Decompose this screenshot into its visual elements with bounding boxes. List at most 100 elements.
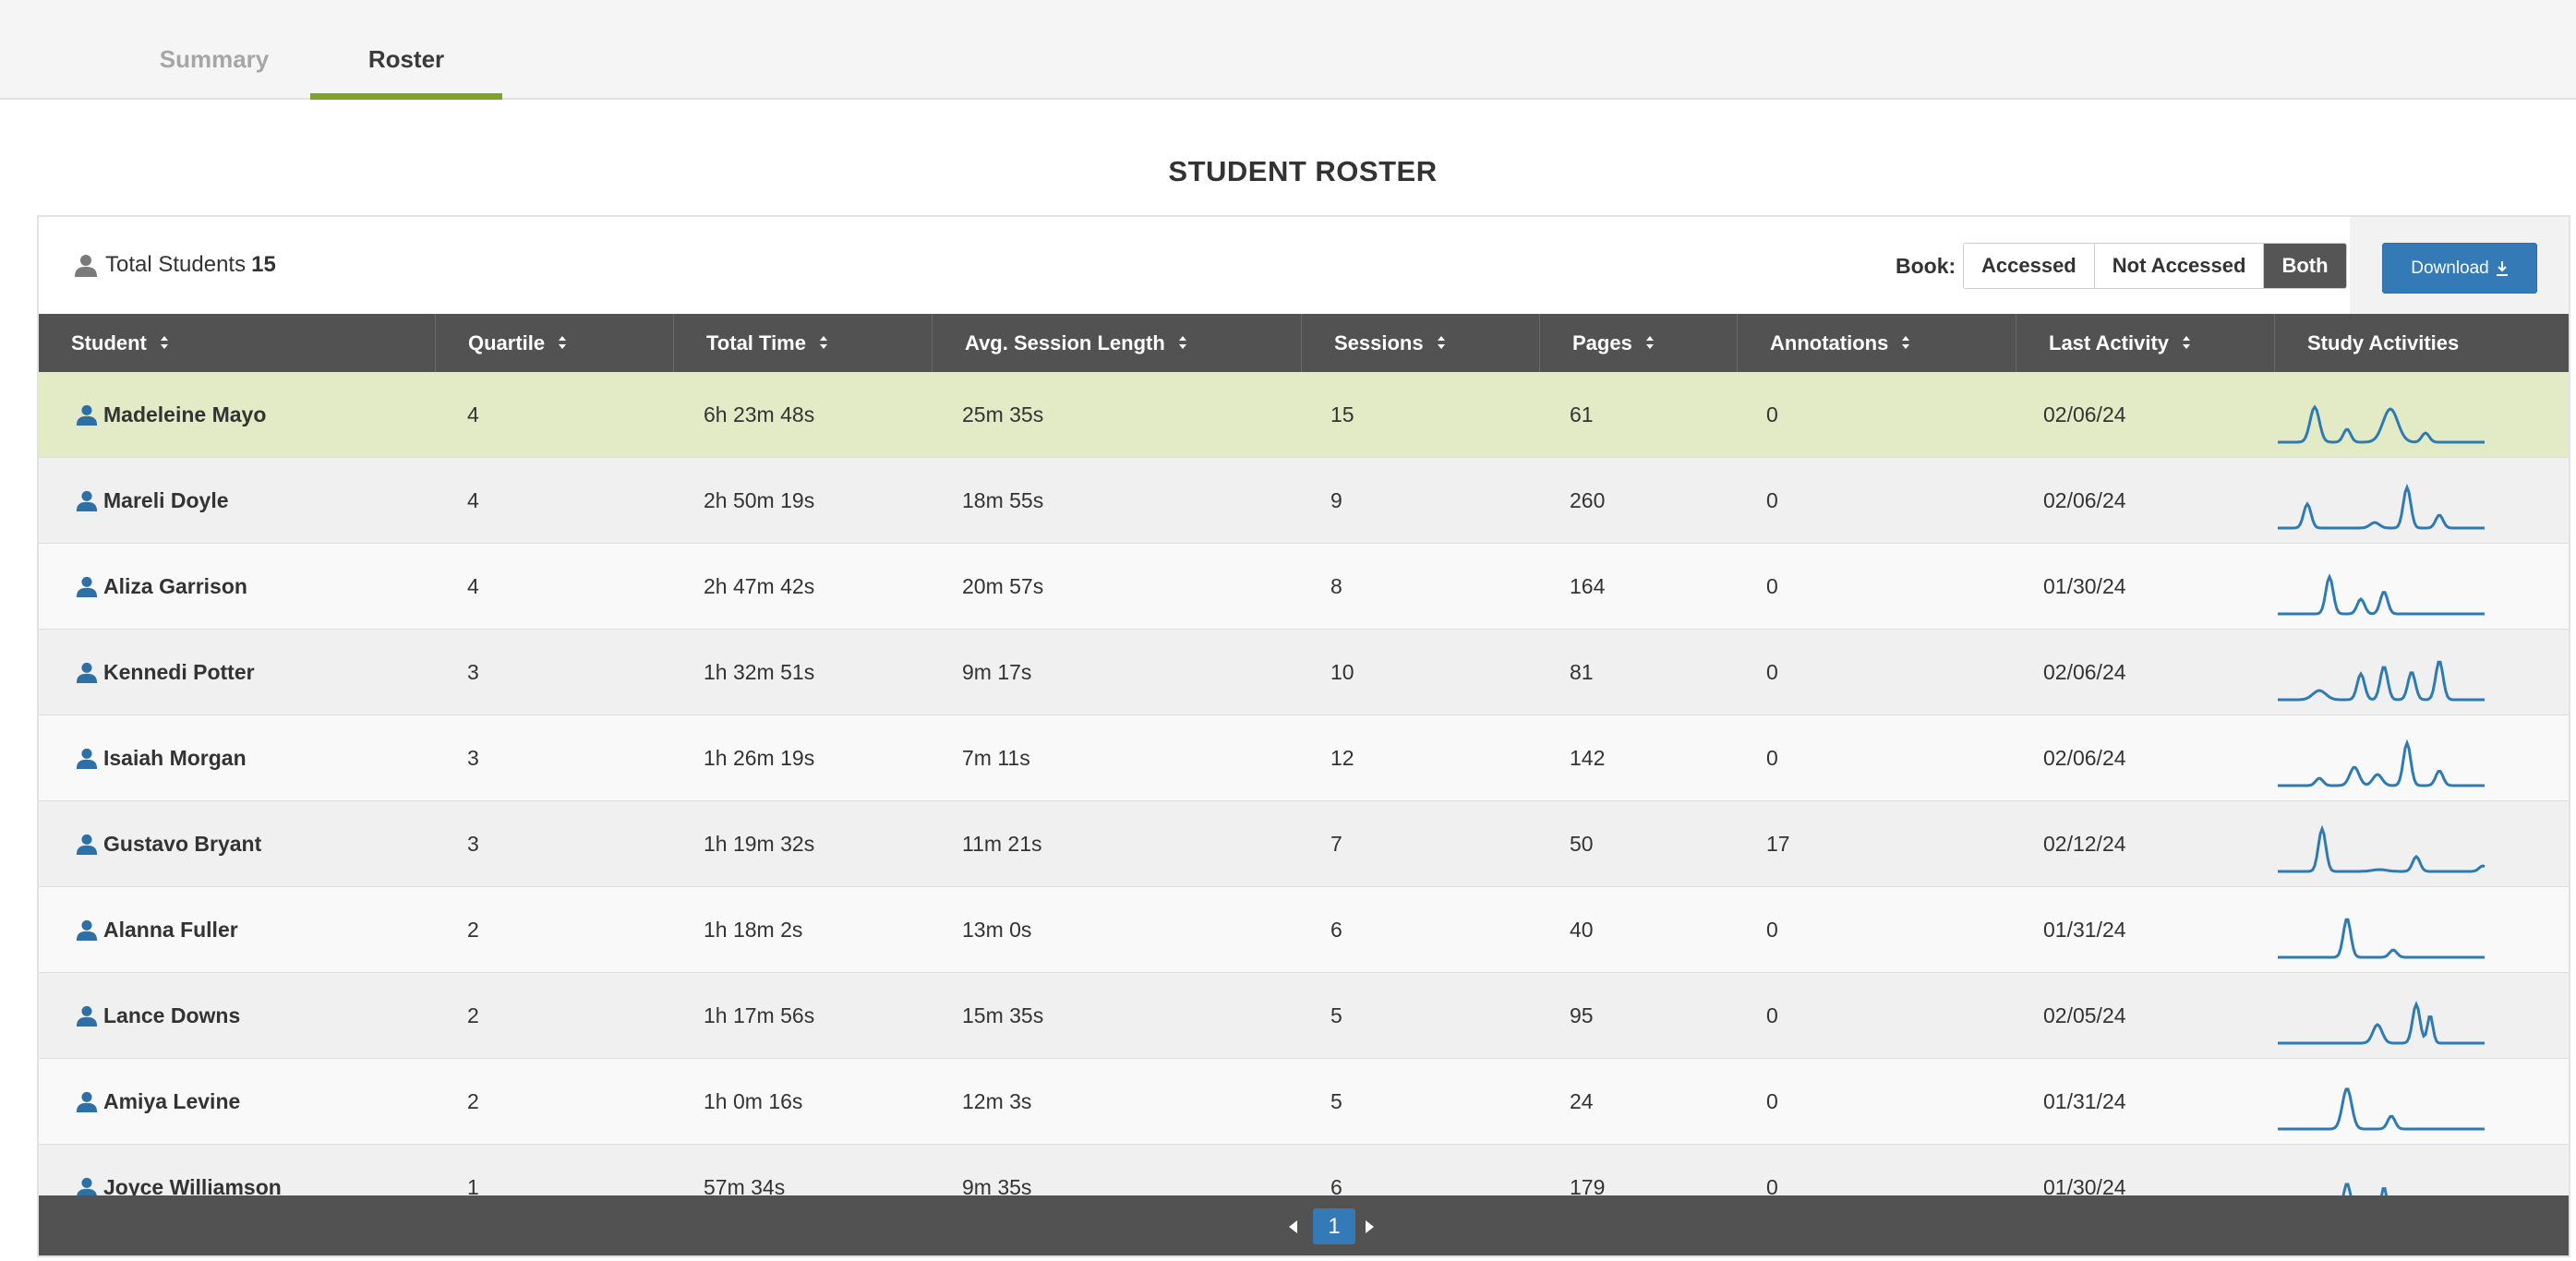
next-page-icon[interactable] xyxy=(1365,1219,1376,1234)
student-name-cell[interactable]: Isaiah Morgan xyxy=(76,715,247,800)
user-icon xyxy=(76,662,98,683)
download-icon xyxy=(2496,260,2508,276)
tab-roster[interactable]: Roster xyxy=(310,0,502,100)
column-header-total-time[interactable]: Total Time xyxy=(674,314,933,372)
student-name-cell[interactable]: Amiya Levine xyxy=(76,1059,240,1144)
avg-session-cell: 25m 35s xyxy=(962,402,1044,426)
last-activity-cell: 01/31/24 xyxy=(2043,918,2126,942)
column-header-quartile[interactable]: Quartile xyxy=(436,314,674,372)
last-activity-cell: 02/06/24 xyxy=(2043,488,2126,512)
pages-cell: 95 xyxy=(1570,1003,1594,1027)
student-name-cell[interactable]: Gustavo Bryant xyxy=(76,801,261,886)
sort-icon xyxy=(1902,336,1910,350)
quartile-cell: 2 xyxy=(467,918,479,942)
total-time-cell: 1h 32m 51s xyxy=(704,660,815,684)
sort-icon xyxy=(2183,336,2191,350)
table-row[interactable]: Aliza Garrison 4 2h 47m 42s 20m 57s 8 164 0 01/… xyxy=(39,544,2569,630)
avg-session-cell: 18m 55s xyxy=(962,488,1044,512)
total-time-cell: 1h 26m 19s xyxy=(704,746,815,770)
column-header-annotations[interactable]: Annotations xyxy=(1738,314,2016,372)
total-time-cell: 1h 19m 32s xyxy=(704,832,815,856)
book-filter-label: Book: xyxy=(1896,254,1956,278)
sessions-cell: 5 xyxy=(1330,1003,1342,1027)
column-label: Last Activity xyxy=(2049,331,2170,354)
column-label: Avg. Session Length xyxy=(965,331,1165,354)
column-label: Quartile xyxy=(468,331,546,354)
download-area: Download xyxy=(2350,217,2569,314)
student-name-cell[interactable]: Alanna Fuller xyxy=(76,887,238,972)
column-label: Study Activities xyxy=(2307,331,2460,354)
annotations-cell: 17 xyxy=(1766,832,1790,856)
annotations-cell: 0 xyxy=(1766,402,1778,426)
student-name: Amiya Levine xyxy=(103,1089,241,1113)
download-label: Download xyxy=(2411,258,2489,278)
total-time-cell: 2h 47m 42s xyxy=(704,574,815,598)
study-activity-sparkline xyxy=(2278,739,2485,787)
quartile-cell: 3 xyxy=(467,660,479,684)
student-name-cell[interactable]: Lance Downs xyxy=(76,973,240,1058)
pages-cell: 61 xyxy=(1570,402,1594,426)
sort-icon xyxy=(160,336,168,350)
table-row[interactable]: Mareli Doyle 4 2h 50m 19s 18m 55s 9 260 0 02/06… xyxy=(39,458,2569,544)
column-header-pages[interactable]: Pages xyxy=(1540,314,1738,372)
table-row[interactable]: Alanna Fuller 2 1h 18m 2s 13m 0s 6 40 0 01/31/2… xyxy=(39,887,2569,973)
page-number-button[interactable]: 1 xyxy=(1313,1208,1355,1244)
table-body: Madeleine Mayo 4 6h 23m 48s 25m 35s 15 61 0 02/… xyxy=(39,372,2569,1231)
table-row[interactable]: Gustavo Bryant 3 1h 19m 32s 11m 21s 7 50 17 02/… xyxy=(39,801,2569,887)
last-activity-cell: 02/06/24 xyxy=(2043,402,2126,426)
sessions-cell: 12 xyxy=(1330,746,1354,770)
quartile-cell: 2 xyxy=(467,1003,479,1027)
user-icon xyxy=(76,1091,98,1112)
annotations-cell: 0 xyxy=(1766,488,1778,512)
table-row[interactable]: Kennedi Potter 3 1h 32m 51s 9m 17s 10 81 0 02/0… xyxy=(39,630,2569,715)
study-activity-sparkline xyxy=(2278,1087,2485,1131)
student-name: Madeleine Mayo xyxy=(103,402,267,426)
table-row[interactable]: Madeleine Mayo 4 6h 23m 48s 25m 35s 15 61 0 02/… xyxy=(39,372,2569,458)
sessions-cell: 10 xyxy=(1330,660,1354,684)
page-title: STUDENT ROSTER xyxy=(1168,155,1438,187)
book-filter-not-accessed[interactable]: Not Accessed xyxy=(2094,244,2265,288)
column-label: Sessions xyxy=(1334,331,1424,354)
column-header-sessions[interactable]: Sessions xyxy=(1302,314,1540,372)
student-name-cell[interactable]: Kennedi Potter xyxy=(76,630,255,715)
avg-session-cell: 11m 21s xyxy=(962,832,1042,856)
user-icon xyxy=(76,1005,98,1027)
column-label: Annotations xyxy=(1770,331,1889,354)
column-header-student[interactable]: Student xyxy=(39,314,436,372)
student-name-cell[interactable]: Madeleine Mayo xyxy=(76,372,266,457)
annotations-cell: 0 xyxy=(1766,746,1778,770)
tab-summary[interactable]: Summary xyxy=(148,0,281,100)
table-row[interactable]: Lance Downs 2 1h 17m 56s 15m 35s 5 95 0 02/05/2… xyxy=(39,973,2569,1059)
sort-icon xyxy=(1437,336,1445,350)
sort-icon xyxy=(1178,336,1186,350)
book-filter-accessed[interactable]: Accessed xyxy=(1964,244,2095,288)
previous-page-icon[interactable] xyxy=(1287,1219,1298,1234)
column-label: Pages xyxy=(1572,331,1632,354)
download-button[interactable]: Download xyxy=(2382,243,2537,294)
total-students-label: Total Students xyxy=(105,252,247,277)
sessions-cell: 15 xyxy=(1330,402,1354,426)
book-filter-both[interactable]: Both xyxy=(2264,244,2346,288)
pagination: 1 xyxy=(39,1195,2569,1255)
student-name-cell[interactable]: Aliza Garrison xyxy=(76,544,247,629)
table-row[interactable]: Amiya Levine 2 1h 0m 16s 12m 3s 5 24 0 01/31/24 xyxy=(39,1059,2569,1145)
table-header: Student Quartile Total Time Avg. Session… xyxy=(39,314,2569,372)
study-activity-sparkline xyxy=(2278,483,2485,530)
annotations-cell: 0 xyxy=(1766,574,1778,598)
last-activity-cell: 02/06/24 xyxy=(2043,660,2126,684)
sparkline-path xyxy=(2278,918,2485,959)
quartile-cell: 3 xyxy=(467,832,479,856)
table-row[interactable]: Isaiah Morgan 3 1h 26m 19s 7m 11s 12 142 0 02/0… xyxy=(39,715,2569,801)
sparkline-path xyxy=(2278,573,2485,616)
column-header-last-activity[interactable]: Last Activity xyxy=(2016,314,2275,372)
quartile-cell: 4 xyxy=(467,402,479,426)
student-name: Aliza Garrison xyxy=(103,574,247,598)
total-time-cell: 1h 18m 2s xyxy=(704,918,803,942)
column-header-avg-session-length[interactable]: Avg. Session Length xyxy=(933,314,1302,372)
student-name-cell[interactable]: Mareli Doyle xyxy=(76,458,229,543)
study-activity-sparkline xyxy=(2278,404,2485,444)
annotations-cell: 0 xyxy=(1766,918,1778,942)
study-activity-sparkline xyxy=(2278,1001,2485,1045)
avg-session-cell: 13m 0s xyxy=(962,918,1032,942)
last-activity-cell: 01/31/24 xyxy=(2043,1089,2126,1113)
